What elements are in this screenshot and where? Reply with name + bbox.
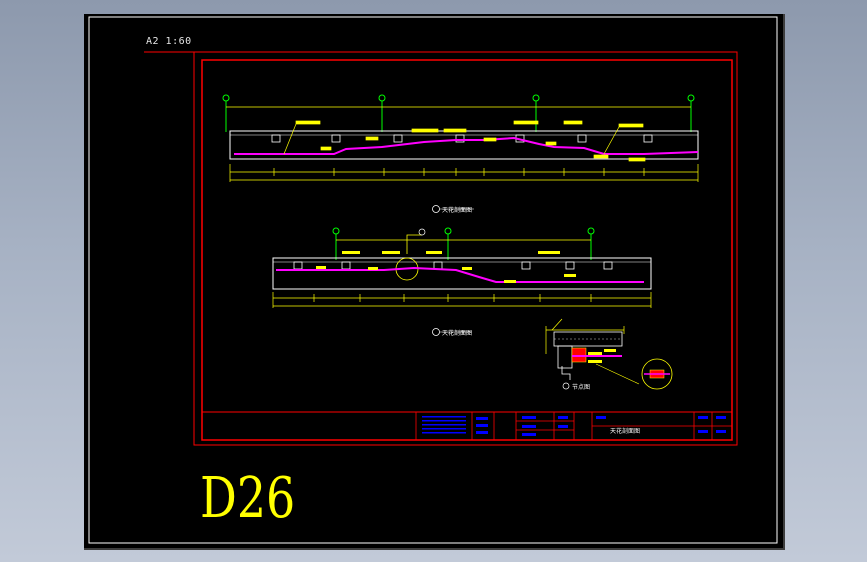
ceiling-profile-2 (276, 266, 644, 283)
section-2-caption: 天花剖面图 (442, 330, 473, 337)
section-1 (222, 94, 699, 213)
cad-drawing (88, 16, 778, 544)
title-block (201, 411, 733, 441)
outer-border (88, 16, 778, 544)
section-2 (272, 227, 652, 336)
slab-2 (272, 257, 652, 290)
section-2-symbol (432, 328, 440, 336)
drawing-sheet: A2 1:60 天花剖面图 天花剖面图 节点图 天花剖面图 D26 (84, 14, 785, 550)
detail-view (545, 318, 673, 390)
title-block-drawing-name: 天花剖面图 (610, 428, 641, 435)
section-1-symbol (432, 205, 440, 213)
scale-label: A2 1:60 (146, 36, 192, 47)
bottom-dimension-2 (272, 292, 652, 308)
frame-inner (201, 59, 733, 441)
detail-caption: 节点图 (572, 384, 591, 391)
callouts-2 (316, 251, 576, 283)
section-1-caption: 天花剖面图 (442, 207, 473, 214)
bottom-dimension-1 (229, 164, 699, 182)
axis-bubbles-2 (332, 227, 595, 260)
drawing-label: D26 (200, 466, 296, 531)
detail-symbol (562, 382, 570, 390)
frame-outer (193, 51, 738, 446)
ceiling-profile-1 (234, 136, 699, 155)
